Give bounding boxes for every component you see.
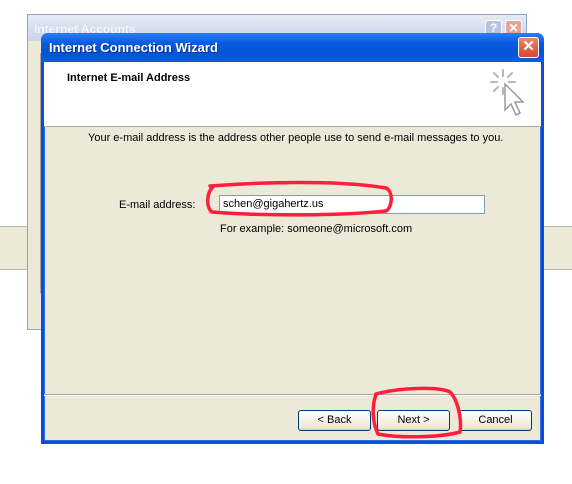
example-text: For example: someone@microsoft.com <box>220 223 413 235</box>
cancel-button[interactable]: Cancel <box>459 410 532 431</box>
email-label: E-mail address: <box>119 199 196 211</box>
wizard-title: Internet Connection Wizard <box>49 40 218 55</box>
back-button[interactable]: < Back <box>298 410 371 431</box>
button-separator <box>44 394 541 396</box>
page-title: Internet E-mail Address <box>67 72 191 84</box>
internet-connection-wizard: Internet Connection Wizard ✕ Internet E-… <box>41 33 544 444</box>
wizard-titlebar[interactable]: Internet Connection Wizard ✕ <box>41 33 544 62</box>
wizard-header-panel: Internet E-mail Address <box>44 62 541 127</box>
wizard-pointer-icon <box>490 69 525 117</box>
next-button[interactable]: Next > <box>377 410 450 431</box>
wizard-close-button[interactable]: ✕ <box>518 37 539 58</box>
description-text: Your e-mail address is the address other… <box>88 132 504 144</box>
email-field[interactable]: schen@gigahertz.us <box>219 195 485 214</box>
